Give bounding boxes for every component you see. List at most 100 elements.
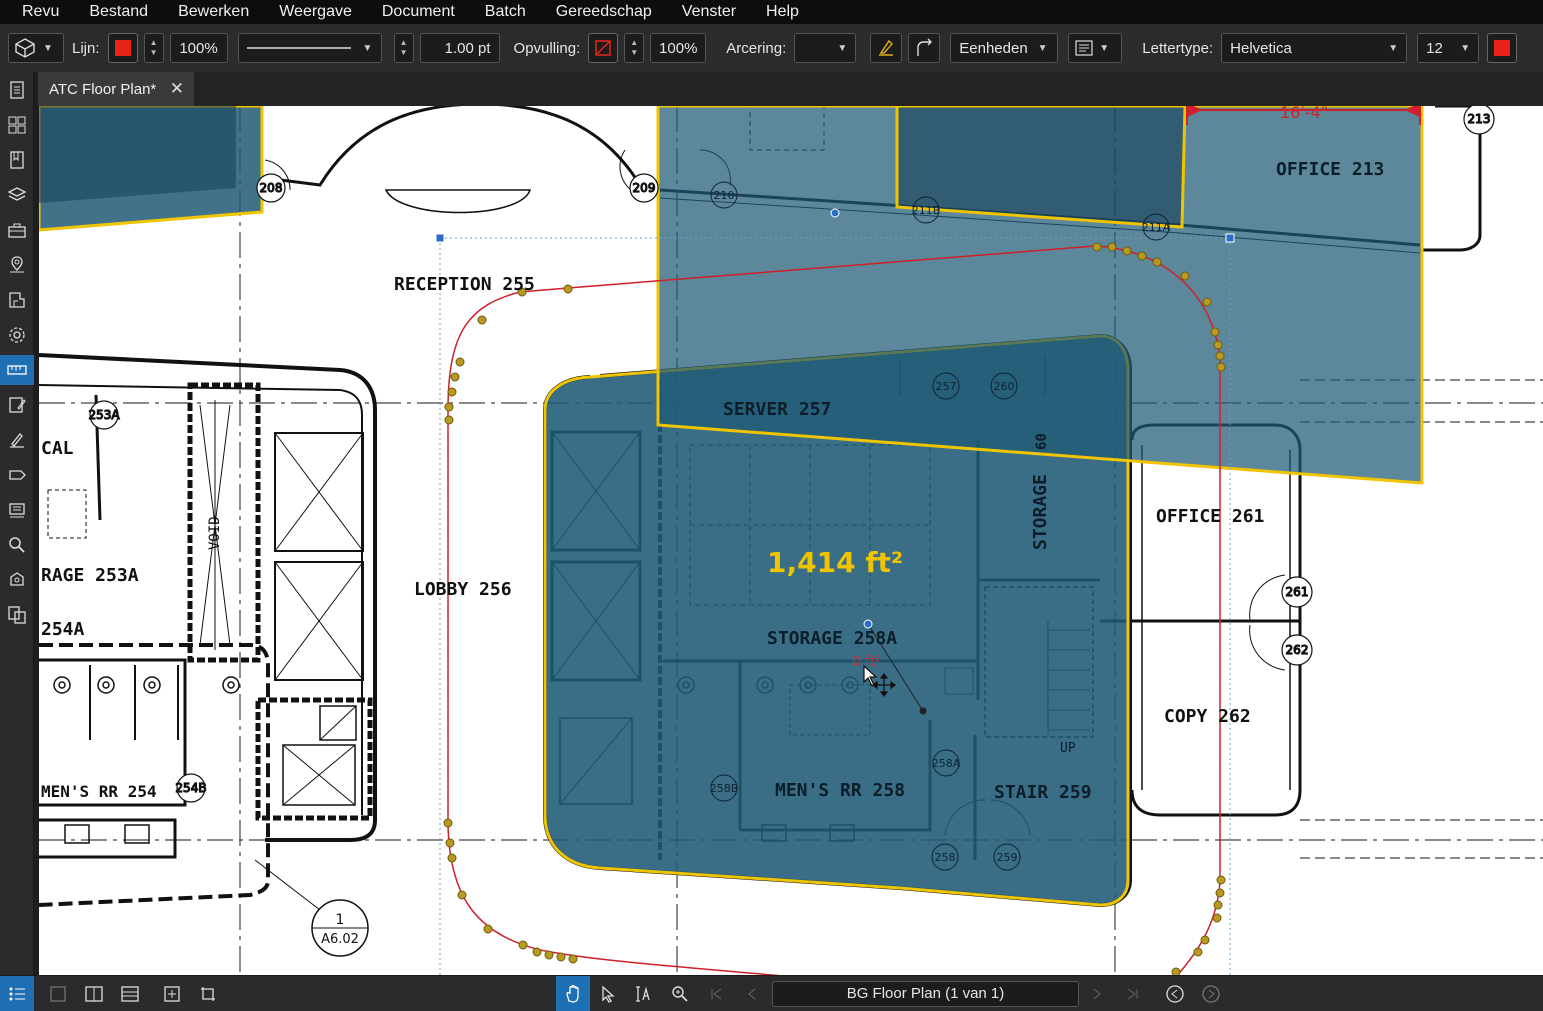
document-tab-bar: ATC Floor Plan* ✕ [38,72,1543,106]
fill-color-swatch[interactable] [588,33,619,63]
compare-docs-icon[interactable] [5,603,29,627]
toolchest-icon[interactable] [5,218,29,242]
pan-hand-icon[interactable] [556,976,590,1011]
snap-view-icon[interactable] [197,983,219,1005]
next-view-icon[interactable] [1200,983,1222,1005]
fill-opacity-field[interactable]: 100% [650,33,707,63]
menu-weergave[interactable]: Weergave [264,0,367,24]
menu-revu[interactable]: Revu [0,0,74,24]
line-width-stepper[interactable]: ▲ ▼ [393,33,414,63]
menu-bewerken[interactable]: Bewerken [163,0,264,24]
search-icon[interactable] [5,533,29,557]
room-storage-253a: RAGE 253A [41,565,139,586]
page-navigation-field[interactable]: BG Floor Plan (1 van 1) [772,981,1079,1007]
sync-view-icon[interactable] [161,983,183,1005]
menu-help[interactable]: Help [751,0,814,24]
bookmarks-icon[interactable] [5,148,29,172]
tag-258b: 258B [710,782,739,795]
first-page-icon[interactable] [705,983,727,1005]
properties-gear-icon[interactable] [5,323,29,347]
close-icon[interactable]: ✕ [170,79,184,99]
tag-258a: 258A [932,757,961,770]
toilet-fixtures [53,676,240,694]
floor-plan-drawing: 208 209 213 253A 254B 261 262 210 211B 2… [39,106,1543,975]
left-wing-walls [39,353,377,911]
leader-button[interactable] [908,33,941,63]
caption-button[interactable] [870,33,903,63]
zoom-icon[interactable] [669,983,691,1005]
line-style-dropdown[interactable]: ▼ [237,33,382,63]
font-dropdown[interactable]: Helvetica ▼ [1221,33,1408,63]
hatch-label: Arcering: [726,39,787,57]
spaces-icon[interactable] [5,288,29,312]
select-text-icon[interactable] [633,983,655,1005]
text-color-swatch[interactable] [1487,33,1518,63]
menu-batch[interactable]: Batch [470,0,541,24]
font-size-value: 12 [1426,39,1443,57]
drawing-canvas[interactable]: 208 209 213 253A 254B 261 262 210 211B 2… [39,106,1543,975]
line-color-swatch[interactable] [107,33,138,63]
menu-bar: Revu Bestand Bewerken Weergave Document … [0,0,1543,24]
chevron-down-icon: ▼ [1460,42,1471,54]
chevron-down-icon: ▼ [1037,42,1048,54]
line-width-field[interactable]: 1.00 pt [419,33,500,63]
fill-opacity-stepper[interactable]: ▲ ▼ [624,33,645,63]
menu-document[interactable]: Document [367,0,470,24]
stamp-icon[interactable] [5,498,29,522]
file-access-icon[interactable] [5,78,29,102]
font-size-dropdown[interactable]: 12 ▼ [1417,33,1480,63]
signatures-icon[interactable] [5,428,29,452]
pen-measure-icon [879,39,894,56]
places-icon[interactable] [5,253,29,277]
units-dropdown[interactable]: Eenheden ▼ [950,33,1059,63]
line-opacity-field[interactable]: 100% [169,33,228,63]
entrance-walls [264,106,660,214]
room-lobby: LOBBY 256 [414,579,512,600]
tag-211b: 211B [912,204,941,217]
previous-page-icon[interactable] [741,983,763,1005]
room-storage-258a: STORAGE 258A [767,628,897,649]
studio-icon[interactable] [5,568,29,592]
list-view-icon[interactable] [0,976,34,1011]
tag-60: 60 [1034,433,1050,450]
menu-venster[interactable]: Venster [667,0,751,24]
chevron-down-icon: ▼ [1099,42,1110,54]
room-cal: CAL [41,438,74,459]
text-align-dropdown[interactable]: ▼ [1068,33,1123,63]
tab-atc-floor-plan[interactable]: ATC Floor Plan* ✕ [38,72,194,106]
fill-label: Opvulling: [513,39,581,57]
chevron-down-icon: ▼ [837,42,848,54]
tag-211a: 211A [1142,221,1171,234]
thumbnails-icon[interactable] [5,113,29,137]
select-arrow-icon[interactable] [597,983,619,1005]
menu-gereedschap[interactable]: Gereedschap [541,0,667,24]
tag-icon[interactable] [5,463,29,487]
room-254a: 254A [41,619,85,640]
room-mens-rr-258: MEN'S RR 258 [775,780,905,801]
line-label: Lijn: [72,39,100,57]
markups-list-icon[interactable] [5,393,29,417]
menu-bestand[interactable]: Bestand [74,0,163,24]
units-value: Eenheden [959,39,1028,57]
room-reception: RECEPTION 255 [394,274,535,295]
markup-type-dropdown[interactable]: ▼ [8,33,64,63]
tag-261: 261 [1286,585,1309,599]
area-measurement-label[interactable]: 1,414 ft² [767,546,903,579]
tag-213: 213 [1468,112,1491,126]
previous-view-icon[interactable] [1164,983,1186,1005]
stair-up-label: UP [1060,741,1076,756]
layers-icon[interactable] [5,183,29,207]
room-copy-262: COPY 262 [1164,706,1251,727]
hatch-dropdown[interactable]: ▼ [794,33,857,63]
next-page-icon[interactable] [1086,983,1108,1005]
last-page-icon[interactable] [1122,983,1144,1005]
split-horizontal-icon[interactable] [119,983,141,1005]
room-void: VOID [207,516,223,550]
split-vertical-icon[interactable] [83,983,105,1005]
tag-260: 260 [994,380,1015,393]
single-page-icon[interactable] [47,983,69,1005]
leader-end-dot [919,707,927,715]
measurements-ruler-icon[interactable] [0,355,34,385]
status-bar: BG Floor Plan (1 van 1) [0,975,1543,1011]
line-opacity-stepper[interactable]: ▲ ▼ [143,33,164,63]
